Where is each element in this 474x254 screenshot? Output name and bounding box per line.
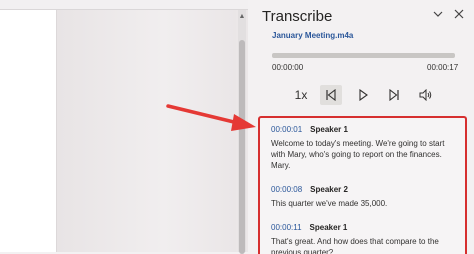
transcript-entry[interactable]: 00:00:01 Speaker 1 Welcome to today's mee…	[271, 124, 457, 171]
transcript-entry[interactable]: 00:00:08 Speaker 2 This quarter we've mad…	[271, 184, 457, 209]
speaker-label[interactable]: Speaker 1	[310, 125, 348, 134]
speaker-label[interactable]: Speaker 2	[310, 185, 348, 194]
current-time: 00:00:00	[272, 63, 304, 72]
timestamp-link[interactable]: 00:00:08	[271, 185, 302, 194]
timestamp-link[interactable]: 00:00:01	[271, 125, 302, 134]
transcript-text[interactable]: Welcome to today's meeting. We're going …	[271, 138, 457, 171]
transcribe-pane: Transcribe January Meeting.m4a 00:00:00 …	[248, 0, 474, 254]
scrollbar-thumb[interactable]	[239, 40, 245, 254]
close-icon[interactable]	[451, 7, 467, 23]
transcript-entry[interactable]: 00:00:11 Speaker 1 That's great. And how …	[271, 222, 457, 254]
total-time: 00:00:17	[427, 63, 459, 72]
document-page[interactable]	[0, 10, 57, 252]
audio-file-link[interactable]: January Meeting.m4a	[272, 31, 353, 40]
skip-back-icon	[326, 88, 336, 102]
speaker-label[interactable]: Speaker 1	[310, 223, 348, 232]
transcript-text[interactable]: That's great. And how does that compare …	[271, 236, 457, 254]
chevron-down-icon[interactable]	[430, 7, 446, 23]
volume-icon	[419, 88, 432, 102]
ruler	[0, 0, 248, 10]
volume-button[interactable]	[415, 85, 437, 105]
skip-back-button[interactable]	[320, 85, 342, 105]
pane-title: Transcribe	[262, 8, 333, 25]
transcript-list[interactable]: 00:00:01 Speaker 1 Welcome to today's mee…	[258, 116, 467, 254]
playback-progress-bar[interactable]	[272, 53, 455, 58]
transcript-text[interactable]: This quarter we've made 35,000.	[271, 198, 457, 209]
speed-button[interactable]: 1x	[290, 85, 312, 105]
skip-forward-icon	[389, 88, 399, 102]
play-button[interactable]	[352, 85, 374, 105]
skip-forward-button[interactable]	[383, 85, 405, 105]
scroll-up-icon[interactable]: ▲	[238, 13, 246, 21]
annotation-arrow-icon	[166, 104, 256, 131]
timestamp-link[interactable]: 00:00:11	[271, 223, 302, 232]
play-icon	[359, 88, 368, 102]
